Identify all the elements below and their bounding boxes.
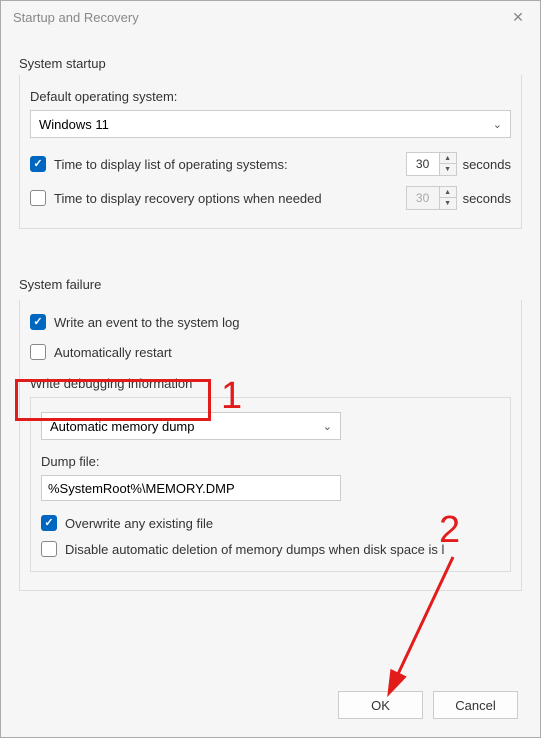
debug-info-label: Write debugging information [30,376,511,391]
display-list-checkbox[interactable] [30,156,46,172]
annotation-number-2: 2 [439,509,460,552]
display-recovery-spinner: 30 ▲ ▼ [406,186,457,210]
default-os-label: Default operating system: [30,89,511,104]
dialog-footer: OK Cancel [338,691,518,719]
display-list-spinner[interactable]: 30 ▲ ▼ [406,152,457,176]
dialog-title: Startup and Recovery [13,10,139,25]
startup-recovery-dialog: Startup and Recovery ✕ System startup De… [0,0,541,738]
display-list-row: Time to display list of operating system… [30,152,511,176]
default-os-select[interactable]: Windows 11 ⌄ [30,110,511,138]
spinner-down-icon[interactable]: ▼ [440,164,456,175]
display-list-value: 30 [407,153,439,175]
system-startup-heading: System startup [19,56,522,71]
debug-type-select[interactable]: Automatic memory dump ⌄ [41,412,341,440]
dump-file-label: Dump file: [41,454,500,469]
debug-type-value: Automatic memory dump [50,419,195,434]
system-startup-group: Default operating system: Windows 11 ⌄ T… [19,75,522,229]
display-recovery-row: Time to display recovery options when ne… [30,186,511,210]
dump-file-value: %SystemRoot%\MEMORY.DMP [48,481,235,496]
dump-file-input[interactable]: %SystemRoot%\MEMORY.DMP [41,475,341,501]
display-recovery-label: Time to display recovery options when ne… [54,191,322,206]
close-icon[interactable]: ✕ [508,9,528,26]
titlebar: Startup and Recovery ✕ [1,1,540,34]
chevron-down-icon: ⌄ [493,118,502,131]
ok-button[interactable]: OK [338,691,423,719]
annotation-number-1: 1 [221,375,242,418]
write-event-checkbox[interactable] [30,314,46,330]
disable-auto-del-label: Disable automatic deletion of memory dum… [65,542,444,557]
disable-auto-del-row: Disable automatic deletion of memory dum… [41,541,500,557]
write-event-row: Write an event to the system log [30,314,511,330]
display-list-unit: seconds [463,157,511,172]
overwrite-row: Overwrite any existing file [41,515,500,531]
disable-auto-del-checkbox[interactable] [41,541,57,557]
auto-restart-row: Automatically restart [30,344,511,360]
chevron-down-icon: ⌄ [323,420,332,433]
system-failure-heading: System failure [19,277,522,292]
display-list-label: Time to display list of operating system… [54,157,288,172]
default-os-value: Windows 11 [39,117,109,132]
auto-restart-checkbox[interactable] [30,344,46,360]
auto-restart-label: Automatically restart [54,345,172,360]
display-recovery-value: 30 [407,187,439,209]
display-recovery-checkbox[interactable] [30,190,46,206]
display-recovery-unit: seconds [463,191,511,206]
overwrite-checkbox[interactable] [41,515,57,531]
spinner-up-icon[interactable]: ▲ [440,153,456,164]
overwrite-label: Overwrite any existing file [65,516,213,531]
cancel-button[interactable]: Cancel [433,691,518,719]
spinner-up-icon: ▲ [440,187,456,198]
write-event-label: Write an event to the system log [54,315,239,330]
spinner-down-icon: ▼ [440,198,456,209]
